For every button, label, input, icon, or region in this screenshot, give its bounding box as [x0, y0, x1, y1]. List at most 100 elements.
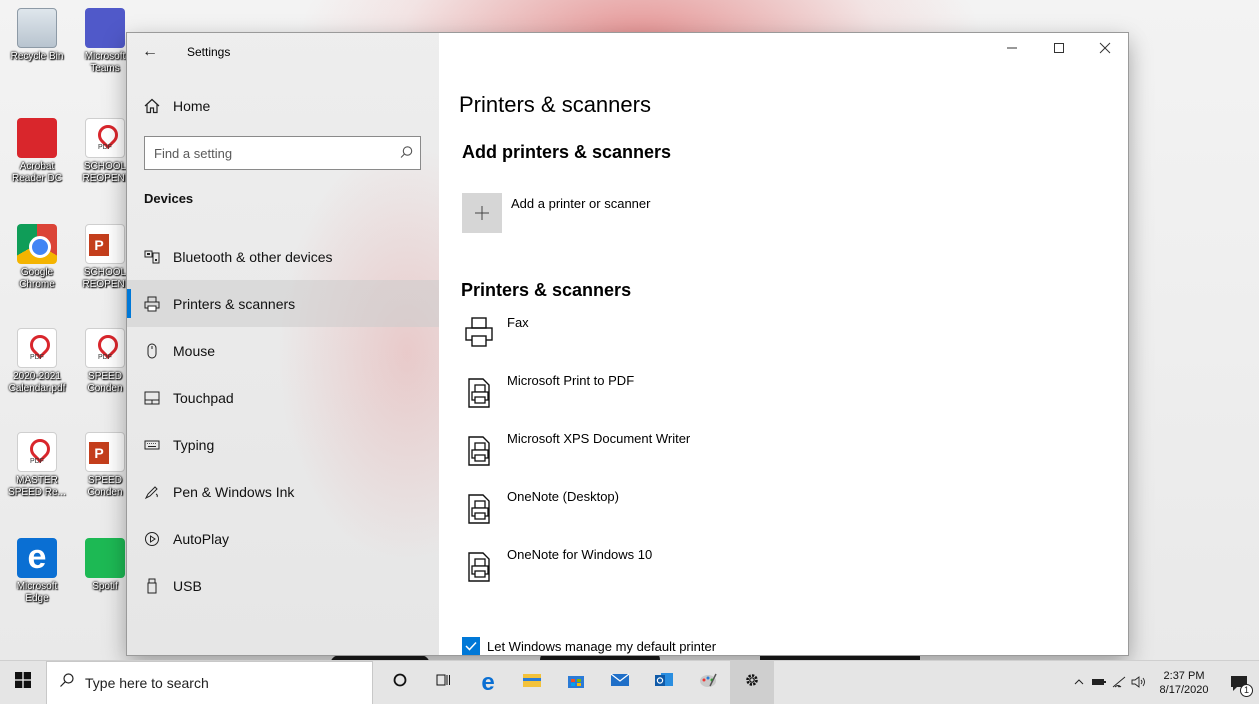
- home-link[interactable]: Home: [143, 94, 210, 118]
- back-arrow-icon[interactable]: ←: [139, 42, 161, 62]
- pdf-file-icon: [85, 118, 125, 158]
- acrobat-icon: [17, 118, 57, 158]
- printer-name: Microsoft XPS Document Writer: [507, 431, 691, 446]
- plus-icon: [462, 193, 502, 233]
- taskbar-search-box[interactable]: Type here to search: [46, 660, 373, 704]
- sidebar-item-pen[interactable]: Pen & Windows Ink: [127, 468, 439, 515]
- windows-logo-icon: [15, 672, 31, 693]
- edge-taskbar-button[interactable]: e: [466, 661, 510, 704]
- desktop-icon-master-pdf[interactable]: MASTER SPEED Re...: [6, 432, 68, 499]
- edge-icon: e: [481, 668, 495, 696]
- wifi-button[interactable]: [1109, 661, 1129, 704]
- settings-taskbar-button[interactable]: [730, 660, 774, 704]
- sidebar-item-label: Bluetooth & other devices: [173, 248, 333, 265]
- sidebar-item-label: Pen & Windows Ink: [173, 483, 295, 500]
- sidebar-item-touchpad[interactable]: Touchpad: [127, 374, 439, 421]
- settings-icon: [743, 671, 761, 694]
- sidebar-item-label: Typing: [173, 436, 215, 453]
- sidebar-item-autoplay[interactable]: AutoPlay: [127, 515, 439, 562]
- clock-date: 8/17/2020: [1159, 684, 1209, 696]
- printer-item-xps[interactable]: Microsoft XPS Document Writer: [463, 427, 1103, 485]
- sidebar-item-bluetooth[interactable]: Bluetooth & other devices: [127, 233, 439, 280]
- pen-icon: [143, 483, 161, 501]
- maximize-icon: [1053, 41, 1065, 59]
- home-label: Home: [173, 98, 211, 114]
- usb-icon: [143, 577, 161, 595]
- chevron-up-icon: [1074, 677, 1084, 689]
- printer-name: OneNote for Windows 10: [507, 547, 653, 562]
- clock-time: 2:37 PM: [1163, 670, 1205, 682]
- sidebar-item-label: USB: [173, 577, 202, 594]
- sidebar-item-label: AutoPlay: [173, 530, 230, 547]
- add-printers-heading: Add printers & scanners: [462, 142, 672, 162]
- notification-icon: 1: [1229, 673, 1253, 697]
- sidebar-item-label: Touchpad: [173, 389, 234, 406]
- show-hidden-icons-button[interactable]: [1069, 661, 1089, 704]
- spotify-icon: [85, 538, 125, 578]
- minimize-button[interactable]: [990, 33, 1034, 67]
- printers-list-heading: Printers & scanners: [461, 280, 632, 300]
- settings-content: Printers & scanners Add printers & scann…: [439, 33, 1128, 655]
- desktop-icon-edge[interactable]: e Microsoft Edge: [6, 538, 68, 605]
- sidebar-item-typing[interactable]: Typing: [127, 421, 439, 468]
- desktop-icon-calendar-pdf[interactable]: 2020-2021 Calendar.pdf: [6, 328, 68, 395]
- fax-printer-icon: [463, 315, 501, 355]
- document-printer-icon: [463, 547, 501, 587]
- settings-sidebar: ← Settings Home Devices Bluetooth & othe…: [127, 33, 439, 655]
- mail-button[interactable]: [598, 661, 642, 704]
- printer-item-fax[interactable]: Fax: [463, 311, 1103, 369]
- paint-icon: [698, 671, 718, 694]
- sidebar-item-usb[interactable]: USB: [127, 562, 439, 609]
- store-button[interactable]: [554, 661, 598, 704]
- battery-icon: [1091, 677, 1107, 690]
- sidebar-item-mouse[interactable]: Mouse: [127, 327, 439, 374]
- outlook-button[interactable]: [642, 661, 686, 704]
- start-button[interactable]: [0, 661, 46, 704]
- cortana-icon: [392, 672, 408, 693]
- printer-name: Fax: [507, 315, 529, 330]
- find-setting-box[interactable]: [144, 136, 421, 170]
- document-printer-icon: [463, 431, 501, 471]
- title-bar: ← Settings: [127, 33, 439, 71]
- file-explorer-icon: [522, 671, 542, 694]
- recycle-bin-icon: [17, 8, 57, 48]
- desktop-icon-acrobat[interactable]: Acrobat Reader DC: [6, 118, 68, 185]
- checkbox-checked-icon[interactable]: [462, 637, 480, 655]
- document-printer-icon: [463, 373, 501, 413]
- add-printer-button[interactable]: Add a printer or scanner: [462, 193, 650, 233]
- sidebar-item-label: Mouse: [173, 342, 216, 359]
- printer-item-onenote-win10[interactable]: OneNote for Windows 10: [463, 543, 1103, 601]
- printer-item-print-to-pdf[interactable]: Microsoft Print to PDF: [463, 369, 1103, 427]
- teams-icon: [85, 8, 125, 48]
- pdf-file-icon: [17, 328, 57, 368]
- action-center-button[interactable]: 1: [1219, 661, 1259, 704]
- desktop-icon-label: Microsoft Edge: [16, 581, 58, 604]
- desktop-icon-chrome[interactable]: Google Chrome: [6, 224, 68, 291]
- printer-list: Fax Microsoft Print to PDF Microsoft XPS…: [463, 311, 1103, 601]
- printer-icon: [143, 295, 161, 313]
- page-title: Printers & scanners: [459, 92, 651, 117]
- default-printer-option[interactable]: Let Windows manage my default printer: [462, 637, 716, 655]
- paint-button[interactable]: [686, 661, 730, 704]
- battery-button[interactable]: [1089, 661, 1109, 704]
- close-icon: [1099, 41, 1111, 59]
- edge-icon: e: [17, 538, 57, 578]
- desktop-icon-recycle-bin[interactable]: Recycle Bin: [6, 8, 68, 63]
- file-explorer-button[interactable]: [510, 661, 554, 704]
- task-view-button[interactable]: [422, 661, 466, 704]
- bluetooth-devices-icon: [143, 248, 161, 266]
- desktop-icon-label: Recycle Bin: [10, 51, 64, 62]
- sidebar-item-printers[interactable]: Printers & scanners: [127, 280, 439, 327]
- clock[interactable]: 2:37 PM 8/17/2020: [1149, 669, 1219, 697]
- desktop-icon-label: 2020-2021 Calendar.pdf: [8, 371, 66, 394]
- printer-item-onenote-desktop[interactable]: OneNote (Desktop): [463, 485, 1103, 543]
- taskbar-search-text: Type here to search: [85, 674, 209, 691]
- close-button[interactable]: [1083, 33, 1127, 67]
- cortana-button[interactable]: [378, 661, 422, 704]
- maximize-button[interactable]: [1037, 33, 1081, 67]
- desktop-icon-label: Acrobat Reader DC: [11, 161, 63, 184]
- pdf-file-icon: [17, 432, 57, 472]
- search-icon[interactable]: [392, 139, 420, 167]
- find-setting-input[interactable]: [154, 145, 392, 161]
- volume-button[interactable]: [1129, 661, 1149, 704]
